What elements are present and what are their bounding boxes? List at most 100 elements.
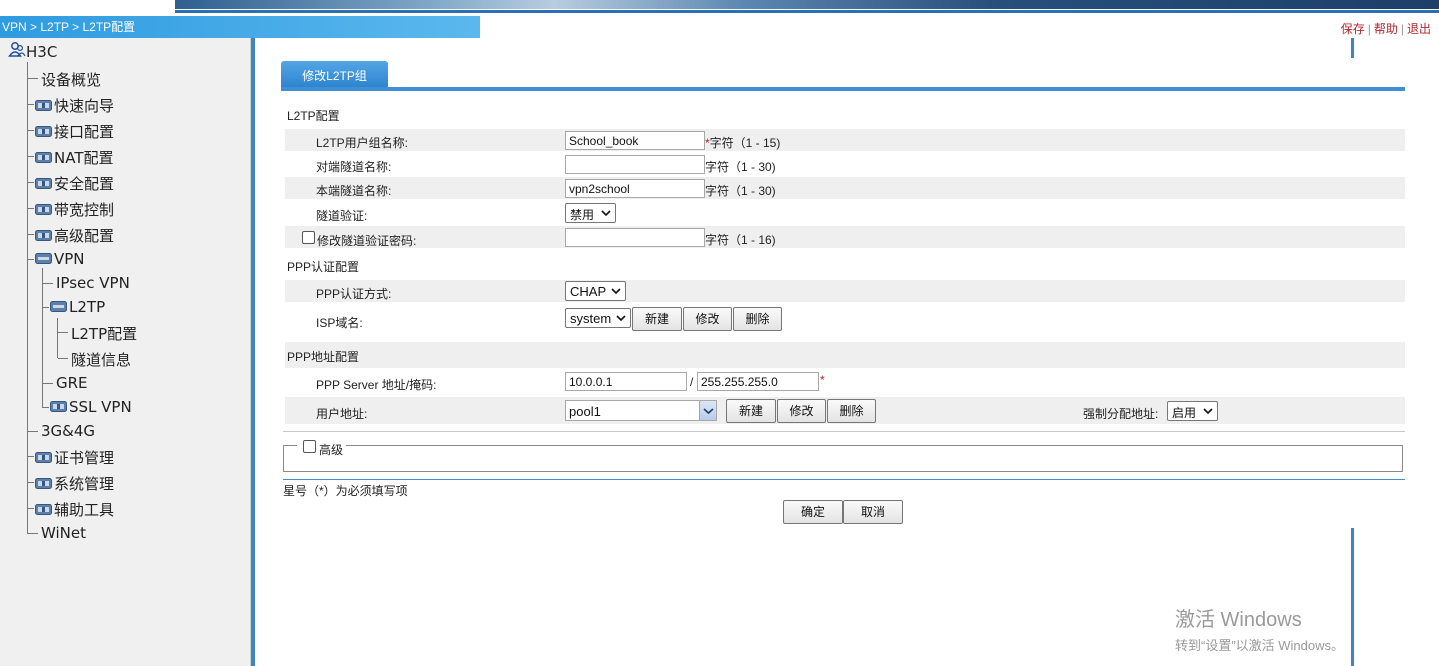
sidebar-item-label: GRE <box>56 374 88 392</box>
isp-domain-select[interactable]: system <box>565 308 631 328</box>
peer-tunnel-label: 对端隧道名称: <box>316 160 392 174</box>
chevron-down-icon <box>601 210 611 217</box>
chevron-down-icon <box>611 288 621 295</box>
sidebar-item-quick-wizard[interactable]: 快速向导 <box>35 95 114 116</box>
ppp-auth-method-select[interactable]: CHAP <box>565 281 626 301</box>
sidebar-item-tools[interactable]: 辅助工具 <box>35 499 114 520</box>
sidebar-item-l2tp[interactable]: L2TP <box>50 298 105 316</box>
windows-activation-watermark: 激活 Windows 转到“设置”以激活 Windows。 <box>1175 603 1344 654</box>
sidebar-item-label: 证书管理 <box>54 449 115 467</box>
local-tunnel-input[interactable]: vpn2school <box>565 179 705 198</box>
user-address-select[interactable]: pool1 <box>565 400 717 421</box>
row-ppp-auth-method: PPP认证方式: <box>285 280 1405 302</box>
watermark-subtitle: 转到“设置”以激活 Windows。 <box>1175 638 1345 653</box>
tree-line <box>27 62 28 534</box>
sidebar-item-label: 隧道信息 <box>71 351 132 369</box>
tree-branch <box>28 104 34 105</box>
ppp-auth-method-value: CHAP <box>570 284 607 299</box>
sidebar-item-label: L2TP配置 <box>71 325 138 343</box>
sidebar-item-winet[interactable]: WiNet <box>41 524 86 542</box>
change-password-hint: 字符（1 - 16) <box>705 233 776 247</box>
sidebar-item-interface[interactable]: 接口配置 <box>35 121 114 142</box>
isp-delete-button[interactable]: 删除 <box>733 307 782 331</box>
group-name-label: L2TP用户组名称: <box>316 136 409 150</box>
advanced-checkbox[interactable] <box>303 440 316 453</box>
tree-branch <box>28 208 34 209</box>
sidebar-item-label: 安全配置 <box>54 175 115 193</box>
user-address-dropdown-button[interactable] <box>699 401 716 420</box>
pool-modify-button[interactable]: 修改 <box>777 399 826 423</box>
tree-branch <box>28 234 34 235</box>
folder-icon <box>35 152 52 163</box>
breadcrumb-bar: VPN > L2TP > L2TP配置 保存 | 帮助 | 退出 <box>0 16 1439 38</box>
peer-tunnel-input[interactable] <box>565 155 705 174</box>
folder-icon <box>35 478 52 489</box>
sidebar: H3C 设备概览 快速向导 接口配置 NAT配置 安全配置 带宽控制 高级配置 … <box>0 38 255 666</box>
tree-root[interactable]: H3C <box>8 41 57 61</box>
sidebar-item-security[interactable]: 安全配置 <box>35 173 114 194</box>
force-assign-select[interactable]: 启用 <box>1167 401 1218 421</box>
sidebar-item-label: VPN <box>54 250 85 268</box>
tree-branch <box>28 456 34 457</box>
folder-icon <box>35 230 52 241</box>
isp-modify-button[interactable]: 修改 <box>683 307 732 331</box>
divider <box>283 431 1405 432</box>
breadcrumb: VPN > L2TP > L2TP配置 <box>0 16 480 38</box>
sidebar-item-ipsec-vpn[interactable]: IPsec VPN <box>56 274 130 292</box>
isp-domain-label: ISP域名: <box>316 316 363 330</box>
sidebar-item-label: 设备概览 <box>41 71 102 89</box>
tree-branch <box>28 431 38 432</box>
row-peer-tunnel: 对端隧道名称: <box>285 153 1405 175</box>
logout-link[interactable]: 退出 <box>1407 22 1431 36</box>
sidebar-item-vpn[interactable]: VPN <box>35 250 85 268</box>
sidebar-item-bandwidth[interactable]: 带宽控制 <box>35 199 114 220</box>
pool-new-button[interactable]: 新建 <box>726 399 776 423</box>
local-tunnel-label: 本端隧道名称: <box>316 184 392 198</box>
sidebar-item-gre[interactable]: GRE <box>56 374 88 392</box>
sidebar-item-overview[interactable]: 设备概览 <box>41 69 101 90</box>
ppp-auth-method-label: PPP认证方式: <box>316 287 392 301</box>
sidebar-item-ssl-vpn[interactable]: SSL VPN <box>50 398 132 416</box>
row-ppp-server: PPP Server 地址/掩码: <box>285 370 1405 394</box>
sidebar-item-l2tp-config[interactable]: L2TP配置 <box>71 323 137 344</box>
tree-line <box>42 268 43 408</box>
sidebar-item-label: L2TP <box>69 298 106 316</box>
tunnel-auth-label: 隧道验证: <box>316 209 368 223</box>
tunnel-auth-select[interactable]: 禁用 <box>565 203 616 223</box>
user-address-label: 用户地址: <box>316 407 368 421</box>
sidebar-item-advanced[interactable]: 高级配置 <box>35 225 114 246</box>
tab-underline <box>281 87 1405 91</box>
top-links: 保存 | 帮助 | 退出 <box>1340 22 1431 36</box>
sidebar-item-nat[interactable]: NAT配置 <box>35 147 113 168</box>
ip-mask-separator: / <box>690 375 694 389</box>
folder-icon <box>35 178 52 189</box>
group-name-input[interactable]: School_book <box>565 131 705 150</box>
help-link[interactable]: 帮助 <box>1374 22 1398 36</box>
save-link[interactable]: 保存 <box>1341 22 1365 36</box>
ppp-server-ip-input[interactable]: 10.0.0.1 <box>565 372 687 391</box>
tree-branch <box>28 533 38 534</box>
divider <box>283 479 1405 480</box>
sidebar-item-label: 3G&4G <box>41 422 96 440</box>
change-password-input[interactable] <box>565 228 705 247</box>
ppp-server-mask-input[interactable]: 255.255.255.0 <box>697 372 819 391</box>
tab-modify-l2tp-group[interactable]: 修改L2TP组 <box>281 61 388 89</box>
ok-button[interactable]: 确定 <box>783 500 843 524</box>
isp-new-button[interactable]: 新建 <box>632 307 682 331</box>
sidebar-item-label: WiNet <box>41 524 86 542</box>
sidebar-item-certificates[interactable]: 证书管理 <box>35 447 114 468</box>
tunnel-auth-value: 禁用 <box>570 208 595 222</box>
folder-icon <box>35 100 52 111</box>
sidebar-item-system[interactable]: 系统管理 <box>35 473 114 494</box>
right-frame-rule <box>1351 38 1377 58</box>
cancel-button[interactable]: 取消 <box>843 500 903 524</box>
banner-line <box>175 10 1439 13</box>
folder-icon <box>50 401 67 412</box>
row-change-password <box>285 226 1405 248</box>
pool-delete-button[interactable]: 删除 <box>827 399 876 423</box>
sidebar-item-3g4g[interactable]: 3G&4G <box>41 422 95 440</box>
sidebar-item-tunnel-info[interactable]: 隧道信息 <box>71 349 131 370</box>
tree-branch <box>28 508 34 509</box>
change-password-checkbox[interactable] <box>302 231 315 244</box>
tree-branch <box>58 332 68 333</box>
